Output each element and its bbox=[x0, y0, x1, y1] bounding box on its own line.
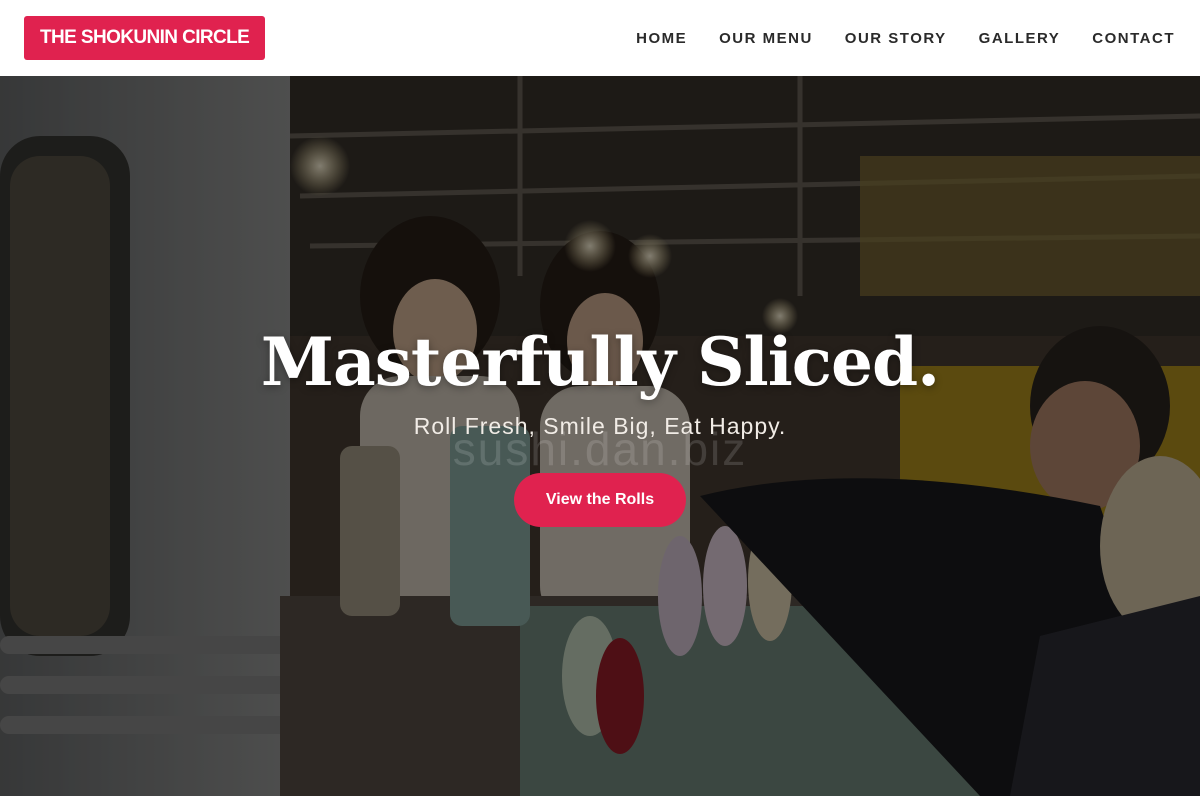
hero-section: sushi.dan.biz Masterfully Sliced. Roll F… bbox=[0, 76, 1200, 796]
nav-home[interactable]: HOME bbox=[636, 30, 687, 47]
nav-contact[interactable]: CONTACT bbox=[1092, 30, 1175, 47]
nav-our-menu[interactable]: OUR MENU bbox=[719, 30, 813, 47]
site-header: THE SHOKUNIN CIRCLE HOME OUR MENU OUR ST… bbox=[0, 0, 1200, 76]
nav-our-story[interactable]: OUR STORY bbox=[845, 30, 947, 47]
view-rolls-button[interactable]: View the Rolls bbox=[514, 473, 686, 528]
main-nav: HOME OUR MENU OUR STORY GALLERY CONTACT bbox=[636, 30, 1175, 47]
nav-gallery[interactable]: GALLERY bbox=[979, 30, 1061, 47]
hero-content: Masterfully Sliced. Roll Fresh, Smile Bi… bbox=[0, 323, 1200, 528]
hero-tagline: Roll Fresh, Smile Big, Eat Happy. bbox=[413, 413, 787, 440]
hero-title: Masterfully Sliced. bbox=[260, 323, 940, 401]
site-logo[interactable]: THE SHOKUNIN CIRCLE bbox=[24, 16, 266, 60]
page-bottom-strip bbox=[0, 796, 1200, 800]
